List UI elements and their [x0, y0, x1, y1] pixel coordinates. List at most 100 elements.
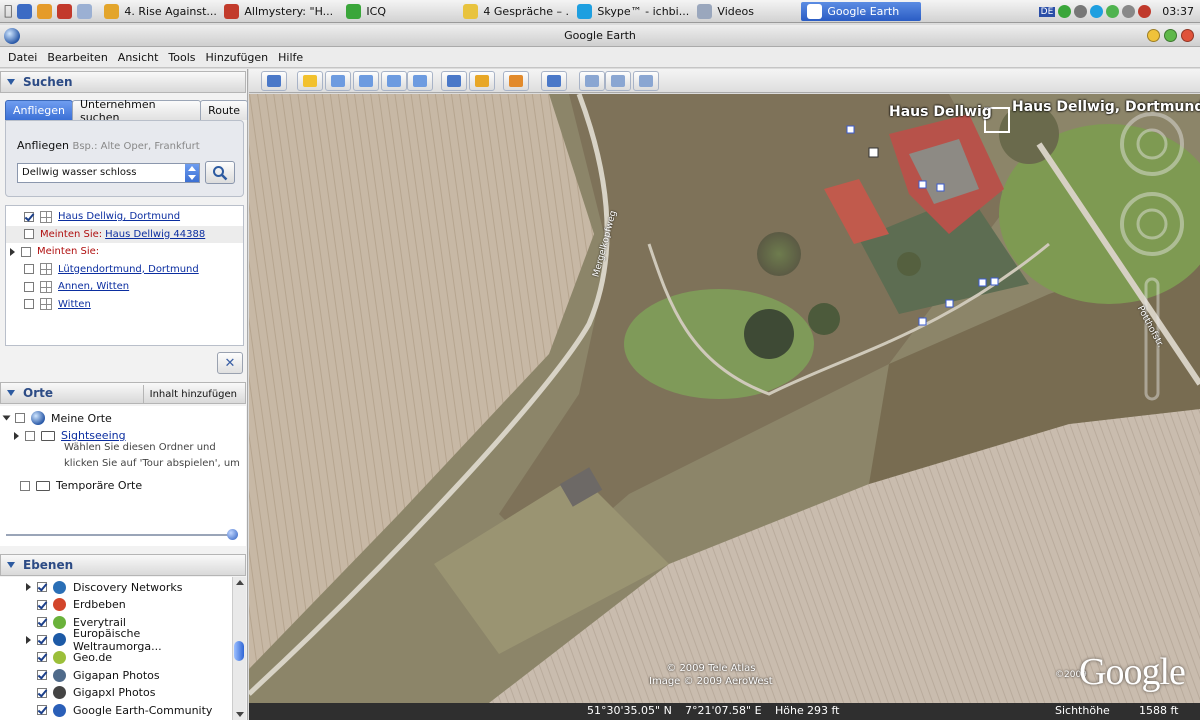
minimize-button[interactable] — [1147, 29, 1160, 42]
layer-checkbox[interactable] — [37, 599, 47, 610]
search-result-row[interactable]: Haus Dellwig, Dortmund — [6, 208, 243, 225]
result-checkbox[interactable] — [24, 264, 34, 274]
map-view[interactable]: Haus Dellwig Haus Dellwig, Dortmund Merg… — [249, 94, 1200, 703]
layer-checkbox[interactable] — [37, 687, 47, 698]
result-link[interactable]: Lütgendortmund, Dortmund — [58, 264, 199, 275]
sightseeing-checkbox[interactable] — [25, 430, 35, 441]
search-result-row[interactable]: Witten — [6, 296, 243, 313]
search-result-row[interactable]: Annen, Witten — [6, 278, 243, 295]
taskbar-button[interactable]: Google Earth — [801, 1, 922, 21]
temp-places-row[interactable]: Temporäre Orte — [20, 479, 142, 492]
taskbar-button[interactable]: Skype™ - ichbi... — [571, 2, 689, 21]
planets-tool[interactable] — [503, 71, 529, 91]
clear-results-button[interactable]: ✕ — [217, 352, 243, 374]
layer-checkbox[interactable] — [37, 617, 47, 628]
result-checkbox[interactable] — [21, 246, 31, 257]
result-link[interactable]: Witten — [58, 299, 91, 310]
expand-arrow-icon[interactable] — [26, 583, 31, 591]
expand-arrow-icon[interactable] — [2, 415, 11, 421]
tab-2[interactable]: Route — [200, 100, 248, 120]
print-tool[interactable] — [605, 71, 631, 91]
path-tool[interactable] — [353, 71, 379, 91]
polygon-tool[interactable] — [325, 71, 351, 91]
taskbar-button[interactable]: 4 Gespräche – ... — [457, 2, 569, 21]
ruler-tool[interactable] — [541, 71, 567, 91]
sunlight-tool[interactable] — [469, 71, 495, 91]
search-result-row[interactable]: Meinten Sie: Haus Dellwig 44388 — [6, 225, 243, 243]
scroll-up-icon[interactable] — [236, 580, 244, 585]
browser-icon[interactable] — [57, 3, 73, 19]
expand-arrow-icon[interactable] — [14, 431, 19, 440]
check-tray-icon[interactable] — [1106, 5, 1120, 18]
tab-0[interactable]: Anfliegen — [5, 100, 73, 120]
add-content-button[interactable]: Inhalt hinzufügen — [142, 385, 243, 403]
layer-checkbox[interactable] — [37, 652, 47, 663]
image-overlay-tool[interactable] — [381, 71, 407, 91]
menu-datei[interactable]: Datei — [3, 51, 42, 64]
opacity-slider-knob[interactable] — [227, 529, 238, 540]
layers-scrollbar[interactable] — [232, 577, 246, 720]
places-panel-header[interactable]: Orte Inhalt hinzufügen — [0, 382, 246, 404]
layer-checkbox[interactable] — [37, 634, 47, 645]
sidebar-toggle-tool[interactable] — [261, 71, 287, 91]
result-checkbox[interactable] — [24, 229, 34, 239]
menu-hinzufügen[interactable]: Hinzufügen — [201, 51, 274, 64]
start-apple-icon[interactable]:  — [4, 3, 12, 19]
my-places-checkbox[interactable] — [15, 413, 25, 423]
expand-arrow-icon[interactable] — [10, 247, 15, 256]
layer-checkbox[interactable] — [37, 670, 47, 680]
search-result-row[interactable]: Lütgendortmund, Dortmund — [6, 261, 243, 278]
network-tray-icon[interactable] — [1138, 5, 1152, 18]
layer-checkbox[interactable] — [37, 705, 47, 716]
place-label-full[interactable]: Haus Dellwig, Dortmund — [1012, 99, 1200, 115]
search-input[interactable]: Dellwig wasser schloss — [17, 163, 200, 183]
temp-places-checkbox[interactable] — [20, 480, 30, 491]
layer-row[interactable]: Gigapan Photos — [0, 666, 230, 684]
scroll-down-icon[interactable] — [236, 712, 244, 717]
layer-checkbox[interactable] — [37, 582, 47, 592]
result-link[interactable]: Haus Dellwig, Dortmund — [58, 211, 180, 222]
suggestion-link[interactable]: Haus Dellwig 44388 — [105, 229, 205, 240]
volume-tray-icon[interactable] — [1122, 5, 1136, 18]
taskbar-button[interactable]: 4. Rise Against... — [98, 2, 216, 21]
opacity-slider-track[interactable] — [6, 534, 234, 536]
my-places-row[interactable]: Meine Orte — [2, 411, 112, 425]
close-button[interactable] — [1181, 29, 1194, 42]
icq-tray-icon[interactable] — [1058, 5, 1072, 18]
notes-icon[interactable] — [77, 3, 93, 19]
search-result-row[interactable]: Meinten Sie: — [6, 243, 243, 260]
search-button[interactable] — [205, 161, 235, 184]
taskbar-button[interactable]: Allmystery: "H... — [218, 2, 338, 21]
search-panel-header[interactable]: Suchen — [0, 71, 246, 93]
media-icon[interactable] — [37, 3, 53, 19]
language-badge[interactable]: DE — [1038, 6, 1056, 17]
layer-row[interactable]: Gigapxl Photos — [0, 684, 230, 702]
scrollbar-thumb[interactable] — [234, 641, 244, 661]
record-tour-tool[interactable] — [407, 71, 433, 91]
result-checkbox[interactable] — [24, 211, 34, 222]
maximize-button[interactable] — [1164, 29, 1177, 42]
menu-ansicht[interactable]: Ansicht — [113, 51, 164, 64]
layer-row[interactable]: Google Earth-Community — [0, 701, 230, 719]
layer-row[interactable]: Geo.de — [0, 648, 230, 666]
history-dropdown-icon[interactable] — [185, 164, 199, 182]
email-tool[interactable] — [579, 71, 605, 91]
taskbar-button[interactable]: ICQ — [340, 2, 455, 21]
menu-bearbeiten[interactable]: Bearbeiten — [42, 51, 112, 64]
skype-tray-icon[interactable] — [1090, 5, 1104, 18]
result-checkbox[interactable] — [24, 281, 34, 292]
layer-row[interactable]: Discovery Networks — [0, 578, 230, 596]
clock[interactable]: 03:37 — [1162, 5, 1194, 18]
layers-panel-header[interactable]: Ebenen — [0, 554, 246, 576]
tab-1[interactable]: Unternehmen suchen — [71, 98, 202, 124]
menu-hilfe[interactable]: Hilfe — [273, 51, 308, 64]
tray-app-icon[interactable] — [1074, 5, 1088, 18]
satellite-imagery[interactable] — [249, 94, 1200, 703]
expand-arrow-icon[interactable] — [26, 635, 31, 644]
result-checkbox[interactable] — [24, 299, 34, 309]
place-label-short[interactable]: Haus Dellwig — [889, 104, 992, 120]
desktop-icon[interactable] — [17, 3, 33, 19]
layer-row[interactable]: Erdbeben — [0, 596, 230, 614]
historical-imagery-tool[interactable] — [441, 71, 467, 91]
placemark-tool[interactable] — [297, 71, 323, 91]
